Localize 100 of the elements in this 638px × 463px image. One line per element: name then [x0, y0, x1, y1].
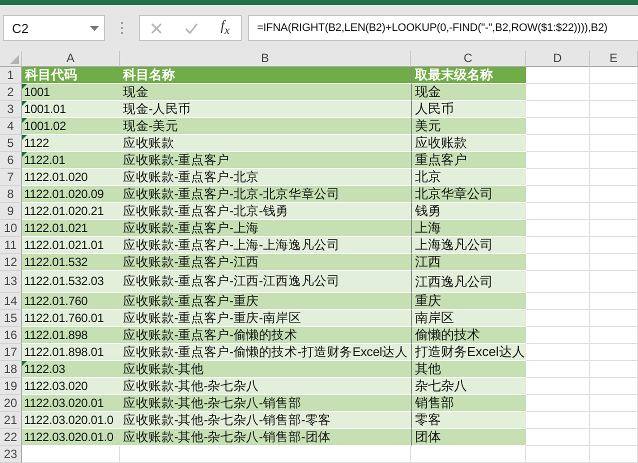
- empty-cell: [590, 169, 638, 186]
- table-cell: 其他: [411, 361, 526, 378]
- empty-cell: [590, 395, 638, 412]
- table-header-cell: 取最末级名称: [411, 67, 526, 84]
- table-cell: 零客: [411, 412, 526, 429]
- empty-cell: [590, 101, 638, 118]
- empty-cell: [590, 135, 638, 152]
- row-header[interactable]: 13: [0, 271, 22, 293]
- table-cell: 北京: [411, 169, 526, 186]
- table-cell: 应收账款-重点客户-上海: [120, 220, 411, 237]
- row-header[interactable]: 15: [0, 310, 22, 327]
- table-cell: 应收账款-重点客户: [120, 152, 411, 169]
- row-header[interactable]: 12: [0, 254, 22, 271]
- empty-cell: [590, 378, 638, 395]
- table-cell: 现金-人民币: [120, 101, 411, 118]
- table-cell: 销售部: [411, 395, 526, 412]
- row-header[interactable]: 7: [0, 169, 22, 186]
- row-header[interactable]: 6: [0, 152, 22, 169]
- table-cell: 1122.01.532.03: [22, 271, 120, 293]
- row-header[interactable]: 18: [0, 361, 22, 378]
- empty-cell: [590, 254, 638, 271]
- empty-cell: [590, 67, 638, 84]
- row-header[interactable]: 8: [0, 186, 22, 203]
- table-cell: 应收账款-重点客户-上海-上海逸凡公司: [120, 237, 411, 254]
- row-header[interactable]: 19: [0, 378, 22, 395]
- select-all-icon[interactable]: [10, 55, 19, 64]
- table-cell: 1122.01.760.01: [22, 310, 120, 327]
- table-cell: 现金: [120, 84, 411, 101]
- table-cell: 应收账款-重点客户-偷懒的技术: [120, 327, 411, 344]
- checkmark-icon[interactable]: [184, 22, 198, 34]
- row-header[interactable]: 22: [0, 429, 22, 446]
- table-cell: 重庆: [411, 293, 526, 310]
- cancel-icon[interactable]: [151, 22, 162, 34]
- table-cell: 1122.03.020.01.0: [22, 429, 120, 446]
- empty-cell: [590, 446, 638, 463]
- table-cell: 杂七杂八: [411, 378, 526, 395]
- empty-cell: [526, 446, 590, 463]
- row-header[interactable]: 5: [0, 135, 22, 152]
- table-cell: 应收账款-重点客户-重庆-南岸区: [120, 310, 411, 327]
- table-cell: 北京华章公司: [411, 186, 526, 203]
- table-cell: 1122: [22, 135, 120, 152]
- empty-cell: [590, 203, 638, 220]
- grip-icon: [119, 20, 125, 36]
- row-header[interactable]: 17: [0, 344, 22, 361]
- empty-cell: [590, 84, 638, 101]
- table-cell: 应收账款-重点客户-北京-北京华章公司: [120, 186, 411, 203]
- table-cell: 人民币: [411, 101, 526, 118]
- table-cell: 江西逸凡公司: [411, 271, 526, 293]
- table-cell: 江西: [411, 254, 526, 271]
- table-cell: 1122.01.020: [22, 169, 120, 186]
- table-cell: 1001: [22, 84, 120, 101]
- table-cell: 1001.02: [22, 118, 120, 135]
- table-cell: 应收账款-重点客户-北京-钱勇: [120, 203, 411, 220]
- row-header[interactable]: 10: [0, 220, 22, 237]
- table-cell: 1122.03.020.01: [22, 395, 120, 412]
- empty-cell: [590, 118, 638, 135]
- name-box[interactable]: C2: [3, 15, 105, 41]
- table-cell: 上海: [411, 220, 526, 237]
- table-cell: 1122.01.898.01: [22, 344, 120, 361]
- table-cell: 1122.01.532: [22, 254, 120, 271]
- table-cell: 上海逸凡公司: [411, 237, 526, 254]
- row-header[interactable]: 23: [0, 446, 22, 463]
- table-cell: 1122.03.020: [22, 378, 120, 395]
- row-header[interactable]: 20: [0, 395, 22, 412]
- empty-cell: [590, 429, 638, 446]
- table-cell: 应收账款-其他-杂七杂八-销售部-团体: [120, 429, 411, 446]
- table-cell: 钱勇: [411, 203, 526, 220]
- row-header[interactable]: 16: [0, 327, 22, 344]
- table-cell: 应收账款: [411, 135, 526, 152]
- column-header[interactable]: D: [526, 51, 590, 67]
- table-cell: 1001.01: [22, 101, 120, 118]
- row-header[interactable]: 2: [0, 84, 22, 101]
- row-header[interactable]: 4: [0, 118, 22, 135]
- row-header[interactable]: 3: [0, 101, 22, 118]
- column-header[interactable]: B: [120, 51, 411, 67]
- row-header[interactable]: 1: [0, 67, 22, 84]
- row-header[interactable]: 14: [0, 293, 22, 310]
- table-cell: 应收账款-重点客户-偷懒的技术-打造财务Excel达人: [120, 344, 411, 361]
- insert-function-button[interactable]: f$_{x}$: [220, 19, 230, 37]
- table-cell: 应收账款-重点客户-北京: [120, 169, 411, 186]
- table-cell: 应收账款-其他-杂七杂八: [120, 378, 411, 395]
- column-header[interactable]: A: [22, 51, 120, 67]
- formula-field[interactable]: =IFNA(RIGHT(B2,LEN(B2)+LOOKUP(0,-FIND("-",B2,ROW($1:$22)))),B2): [248, 15, 638, 41]
- table-cell: 1122.01.760: [22, 293, 120, 310]
- row-header[interactable]: 11: [0, 237, 22, 254]
- table-cell: 偷懒的技术: [411, 327, 526, 344]
- column-header[interactable]: C: [411, 51, 526, 67]
- column-header[interactable]: E: [590, 51, 638, 67]
- dropdown-caret-icon[interactable]: [90, 26, 99, 30]
- empty-cell: [590, 412, 638, 429]
- row-header[interactable]: 9: [0, 203, 22, 220]
- table-cell: 1122.01.898: [22, 327, 120, 344]
- table-cell: 应收账款-重点客户-重庆: [120, 293, 411, 310]
- row-header[interactable]: 21: [0, 412, 22, 429]
- table-cell: 打造财务Excel达人: [411, 344, 526, 361]
- empty-cell: [590, 237, 638, 254]
- table-cell: 1122.01.020.09: [22, 186, 120, 203]
- table-cell: 应收账款-其他: [120, 361, 411, 378]
- table-header-cell: 科目代码: [22, 67, 120, 84]
- table-cell: 1122.01.021: [22, 220, 120, 237]
